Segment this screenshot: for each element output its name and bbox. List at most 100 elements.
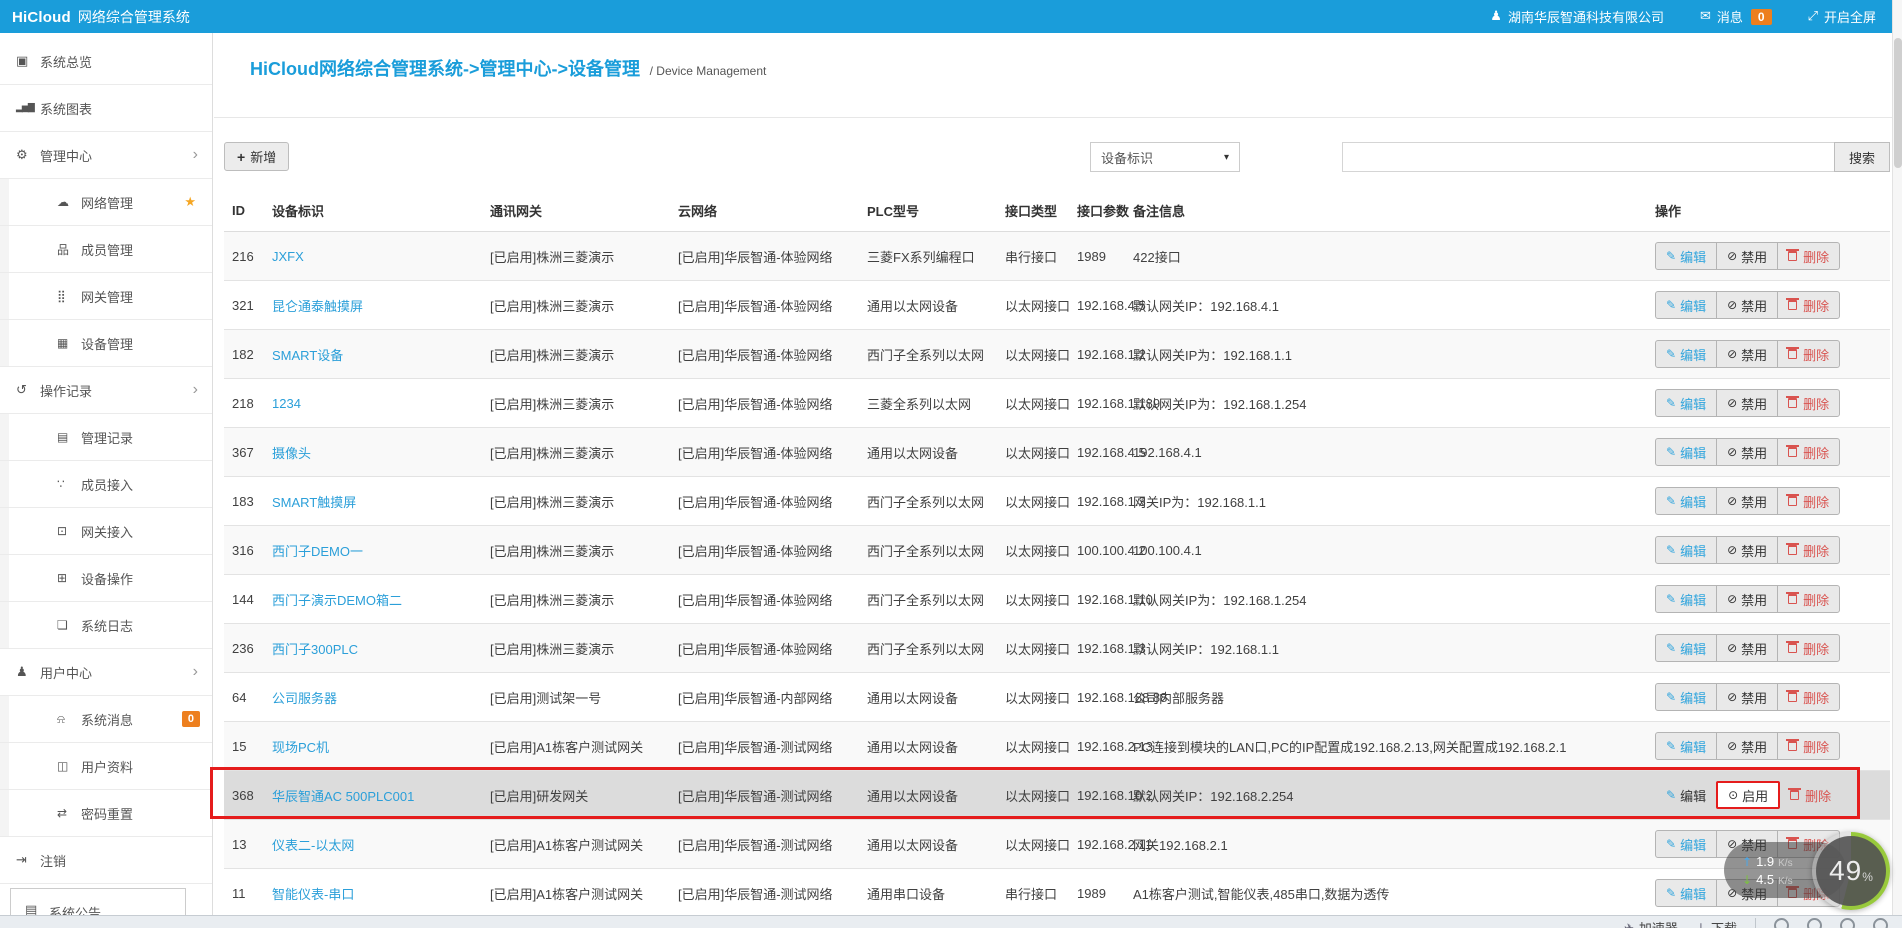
- sidebar-item-chart[interactable]: ▂▅▇ 系统图表 ★ ›: [0, 85, 212, 132]
- device-name-link[interactable]: 摄像头: [272, 446, 311, 461]
- device-row: 182 SMART设备 [已启用]株洲三菱演示 [已启用]华辰智通-体验网络 西…: [224, 330, 1890, 379]
- delete-button[interactable]: 删除: [1777, 536, 1840, 564]
- edit-button[interactable]: ✎编辑: [1655, 879, 1717, 907]
- device-name-link[interactable]: 1234: [272, 396, 301, 411]
- device-name-link[interactable]: 华辰智通AC 500PLC001: [272, 789, 414, 804]
- device-name-link[interactable]: 智能仪表-串口: [272, 887, 354, 902]
- delete-button[interactable]: 删除: [1777, 732, 1840, 760]
- toggle-enable-button[interactable]: ⊘禁用: [1716, 487, 1778, 515]
- toggle-enable-button[interactable]: ⊘禁用: [1716, 536, 1778, 564]
- toolbar-circle-icon[interactable]: [1807, 918, 1822, 928]
- toolbar-circle-icon[interactable]: [1873, 918, 1888, 928]
- sidebar-item-share-square[interactable]: ⊡ 网关接入 ★ ›: [0, 508, 212, 555]
- device-name-link[interactable]: JXFX: [272, 249, 304, 264]
- actions-cell: ✎编辑 ⊘禁用 删除: [1647, 820, 1890, 869]
- device-name-link[interactable]: SMART触摸屏: [272, 495, 356, 510]
- edit-button[interactable]: ✎编辑: [1655, 340, 1717, 368]
- sidebar-item-gear[interactable]: ⚙ 管理中心 ★ ›: [0, 132, 212, 179]
- edit-button[interactable]: ✎编辑: [1655, 683, 1717, 711]
- toggle-enable-button[interactable]: ⊘禁用: [1716, 585, 1778, 613]
- table-header-row: ID设备标识通讯网关云网络PLC型号接口类型接口参数备注信息操作: [224, 190, 1890, 232]
- delete-button[interactable]: 删除: [1779, 781, 1842, 809]
- device-name-link[interactable]: 西门子DEMO一: [272, 544, 363, 559]
- delete-button[interactable]: 删除: [1777, 830, 1840, 858]
- company-account[interactable]: ♟ 湖南华辰智通科技有限公司: [1490, 7, 1664, 26]
- edit-button[interactable]: ✎编辑: [1655, 781, 1717, 809]
- edit-button[interactable]: ✎编辑: [1655, 487, 1717, 515]
- delete-button[interactable]: 删除: [1777, 438, 1840, 466]
- toggle-enable-button[interactable]: ⊘禁用: [1716, 242, 1778, 270]
- sidebar-item-grid-large[interactable]: ◫ 用户资料 ★ ›: [0, 743, 212, 790]
- sidebar-item-file[interactable]: ❏ 系统日志 ★ ›: [0, 602, 212, 649]
- toggle-enable-button[interactable]: ⊘禁用: [1716, 732, 1778, 760]
- delete-button[interactable]: 删除: [1777, 634, 1840, 662]
- toggle-enable-button[interactable]: ⊘禁用: [1716, 634, 1778, 662]
- delete-button[interactable]: 删除: [1777, 389, 1840, 417]
- device-name-link[interactable]: 公司服务器: [272, 691, 337, 706]
- scrollbar-thumb[interactable]: [1894, 38, 1902, 168]
- filter-field-dropdown[interactable]: 设备标识 ▾: [1090, 142, 1240, 172]
- toggle-enable-button[interactable]: ⊘禁用: [1716, 879, 1778, 907]
- toggle-enable-button[interactable]: ⊘禁用: [1716, 389, 1778, 417]
- edit-button[interactable]: ✎编辑: [1655, 634, 1717, 662]
- delete-button[interactable]: 删除: [1777, 487, 1840, 515]
- grid-large-icon: ◫: [57, 759, 77, 773]
- actions-group: ✎编辑 ⊘禁用 删除: [1655, 585, 1840, 613]
- edit-button[interactable]: ✎编辑: [1655, 438, 1717, 466]
- toggle-enable-button[interactable]: ⊘禁用: [1716, 340, 1778, 368]
- gateway-cell: [已启用]株洲三菱演示: [482, 330, 670, 379]
- interface-type-cell: 以太网接口: [997, 379, 1069, 428]
- messages-menu[interactable]: ✉ 消息 0: [1700, 7, 1772, 26]
- sidebar-item-cloud[interactable]: ☁ 网络管理 ★ ›: [0, 179, 212, 226]
- search-input[interactable]: [1342, 142, 1834, 172]
- sidebar-item-share[interactable]: ∵ 成员接入 ★ ›: [0, 461, 212, 508]
- edit-button[interactable]: ✎编辑: [1655, 830, 1717, 858]
- toggle-enable-button[interactable]: ⊘禁用: [1716, 683, 1778, 711]
- toggle-enable-button[interactable]: ⊙启用: [1716, 781, 1780, 809]
- delete-button[interactable]: 删除: [1777, 242, 1840, 270]
- device-name-link[interactable]: 现场PC机: [272, 740, 329, 755]
- vertical-scrollbar[interactable]: [1892, 0, 1902, 928]
- cloud-network-cell: [已启用]华辰智通-体验网络: [670, 526, 859, 575]
- sidebar-item-grid[interactable]: ⣿ 网关管理 ★ ›: [0, 273, 212, 320]
- actions-cell: ✎编辑 ⊙启用 删除: [1647, 771, 1890, 820]
- edit-button[interactable]: ✎编辑: [1655, 732, 1717, 760]
- sidebar-item-users[interactable]: ♟ 用户中心 ★ ›: [0, 649, 212, 696]
- sidebar-item-plus-square[interactable]: ⊞ 设备操作 ★ ›: [0, 555, 212, 602]
- sidebar-item-history[interactable]: ↺ 操作记录 ★ ›: [0, 367, 212, 414]
- delete-button[interactable]: 删除: [1777, 585, 1840, 613]
- edit-button[interactable]: ✎编辑: [1655, 389, 1717, 417]
- delete-button[interactable]: 删除: [1777, 879, 1840, 907]
- toolbar-circle-icon[interactable]: [1840, 918, 1855, 928]
- sidebar-item-overview[interactable]: ▣ 系统总览 ★ ›: [0, 38, 212, 85]
- sidebar-item-sitemap[interactable]: 品 成员管理 ★ ›: [0, 226, 212, 273]
- edit-button[interactable]: ✎编辑: [1655, 585, 1717, 613]
- toggle-enable-button[interactable]: ⊘禁用: [1716, 438, 1778, 466]
- sidebar-item-document[interactable]: ▤ 管理记录 ★ ›: [0, 414, 212, 461]
- trash-icon: [1788, 447, 1797, 457]
- toggle-enable-button[interactable]: ⊘禁用: [1716, 291, 1778, 319]
- sidebar-item-bell[interactable]: ⍾ 系统消息 ★ 0 ›: [0, 696, 212, 743]
- delete-button[interactable]: 删除: [1777, 340, 1840, 368]
- edit-button[interactable]: ✎编辑: [1655, 291, 1717, 319]
- edit-button[interactable]: ✎编辑: [1655, 242, 1717, 270]
- device-name-link[interactable]: 昆仑通泰触摸屏: [272, 299, 363, 314]
- accelerator-button[interactable]: ✈ 加速器: [1624, 918, 1678, 928]
- search-button[interactable]: 搜索: [1834, 142, 1890, 172]
- sidebar-item-refresh[interactable]: ⇄ 密码重置 ★ ›: [0, 790, 212, 837]
- sidebar-item-calendar[interactable]: ▦ 设备管理 ★ ›: [0, 320, 212, 367]
- fullscreen-toggle[interactable]: ⤢ 开启全屏: [1808, 7, 1876, 26]
- toggle-enable-button[interactable]: ⊘禁用: [1716, 830, 1778, 858]
- delete-button[interactable]: 删除: [1777, 683, 1840, 711]
- delete-button[interactable]: 删除: [1777, 291, 1840, 319]
- device-name-link[interactable]: 仪表二-以太网: [272, 838, 354, 853]
- device-name-link[interactable]: 西门子300PLC: [272, 642, 358, 657]
- sidebar-item-logout[interactable]: ⇥ 注销 ★ ›: [0, 837, 212, 884]
- device-name-link[interactable]: 西门子演示DEMO箱二: [272, 593, 402, 608]
- toolbar-circle-icon[interactable]: [1774, 918, 1789, 928]
- download-button[interactable]: ↓ 下载: [1696, 918, 1737, 928]
- person-icon: ♟: [1490, 9, 1502, 24]
- edit-button[interactable]: ✎编辑: [1655, 536, 1717, 564]
- add-device-button[interactable]: + 新增: [224, 142, 289, 171]
- device-name-link[interactable]: SMART设备: [272, 348, 343, 363]
